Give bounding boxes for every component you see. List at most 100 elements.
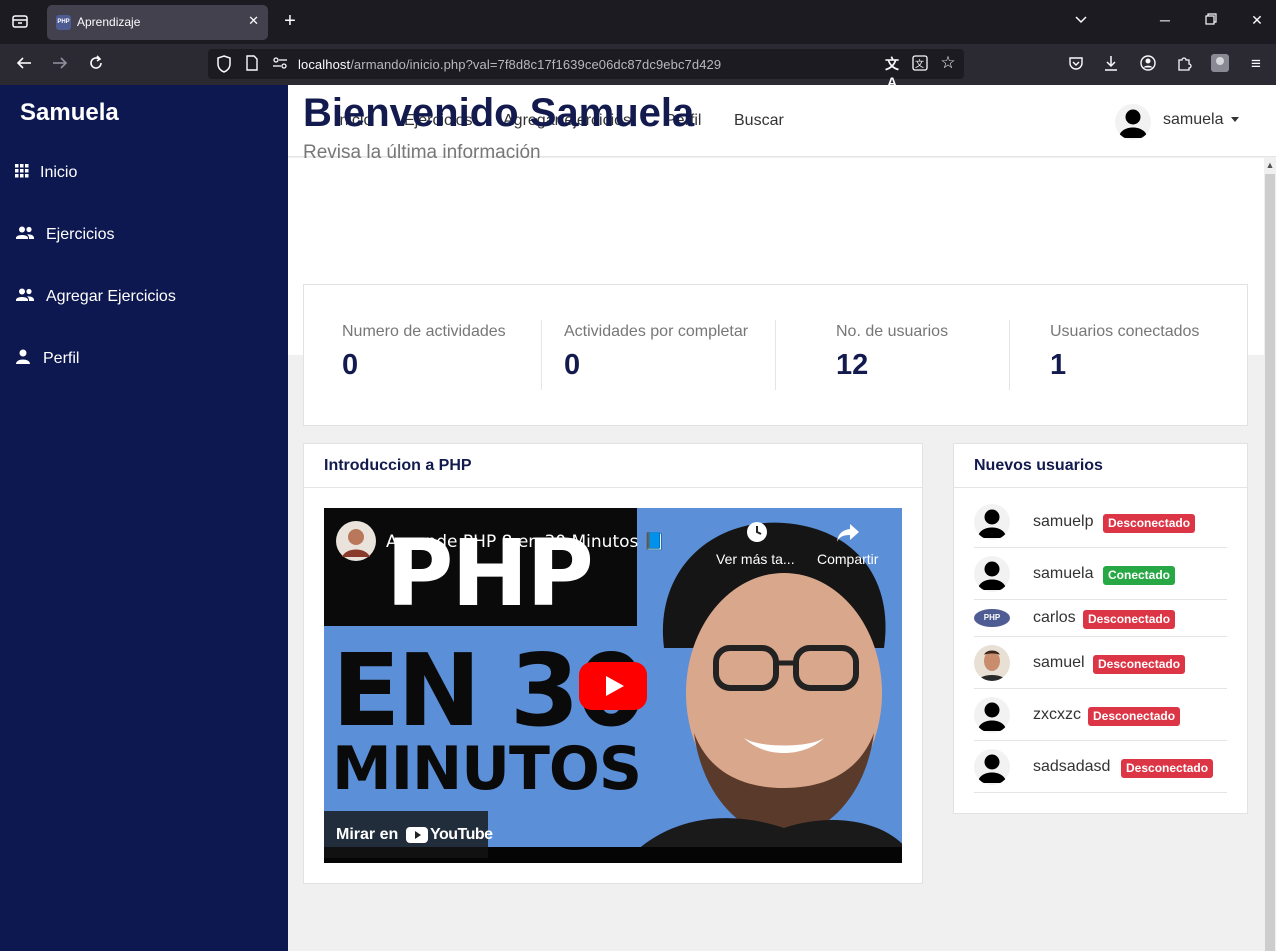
user-list-item[interactable]: samuelp Desconectado: [974, 504, 1227, 548]
sidebar-item-ejercicios[interactable]: Ejercicios: [0, 216, 288, 256]
share-label[interactable]: Compartir: [817, 551, 878, 567]
minimize-icon[interactable]: ─: [1155, 12, 1175, 28]
sidebar-item-agregar-ejercicios[interactable]: Agregar Ejercicios: [0, 278, 288, 318]
sidebar-item-inicio[interactable]: Inicio: [0, 154, 288, 194]
page-scrollbar[interactable]: ▲: [1264, 158, 1276, 951]
extension-avatar-icon[interactable]: [1210, 54, 1230, 77]
user-name: carlos: [1033, 609, 1076, 626]
watch-on-youtube-button[interactable]: Mirar en YouTube: [324, 811, 493, 858]
user-list-item[interactable]: samuela Conectado: [974, 548, 1227, 600]
downloads-icon[interactable]: [1101, 55, 1121, 76]
topnav-buscar-link[interactable]: Buscar: [734, 112, 784, 130]
user-name: samuelp: [1033, 513, 1094, 530]
users-icon: [15, 286, 34, 304]
chevron-down-icon[interactable]: [1231, 117, 1239, 122]
translate-page-icon[interactable]: 文: [910, 55, 930, 76]
user-name: samuel: [1033, 654, 1085, 671]
shield-icon[interactable]: [214, 55, 234, 78]
user-list-item[interactable]: samuel Desconectado: [974, 637, 1227, 689]
user-icon: [15, 348, 33, 366]
stat-label: Numero de actividades: [342, 323, 506, 340]
browser-nav-bar: localhost/armando/inicio.php?val=7f8d8c1…: [0, 44, 1276, 90]
user-list-item[interactable]: sadsadasd Desconectado: [974, 741, 1227, 793]
video-card: Introduccion a PHP PHP EN 30 MINUTOS Apr…: [303, 443, 923, 884]
extensions-icon[interactable]: [1174, 55, 1194, 76]
stats-panel: Numero de actividades 0 Actividades por …: [303, 284, 1248, 426]
forward-icon[interactable]: [50, 55, 70, 76]
sidebar-brand[interactable]: Samuela: [20, 99, 119, 127]
permissions-icon[interactable]: [270, 55, 290, 76]
sidebar: Samuela Inicio Ejercicios Agregar Ejerci…: [0, 85, 288, 951]
status-badge: Desconectado: [1121, 759, 1214, 778]
user-name: samuela: [1033, 565, 1094, 582]
video-card-header: Introduccion a PHP: [304, 444, 922, 488]
stat-label: Usuarios conectados: [1050, 323, 1200, 340]
video-title[interactable]: Aprende PHP 8 en 30 Minutos 📘: [386, 532, 665, 552]
user-list-item[interactable]: zxcxzc Desconectado: [974, 689, 1227, 741]
status-badge: Conectado: [1103, 566, 1176, 585]
new-users-title: Nuevos usuarios: [974, 457, 1103, 474]
browser-tab[interactable]: PHP Aprendizaje ✕: [47, 5, 268, 40]
user-name: sadsadasd: [1033, 758, 1111, 775]
status-badge: Desconectado: [1103, 514, 1196, 533]
page-subtitle: Revisa la última información: [303, 142, 541, 163]
user-avatar: [974, 556, 1010, 592]
users-icon: [15, 224, 34, 242]
new-users-card: Nuevos usuarios samuelp Desconectado sam…: [953, 443, 1248, 814]
url-text: localhost/armando/inicio.php?val=7f8d8c1…: [298, 57, 721, 72]
video-card-title: Introduccion a PHP: [324, 457, 472, 474]
scroll-up-arrow-icon[interactable]: ▲: [1264, 160, 1276, 170]
svg-text:文: 文: [915, 58, 924, 70]
sidebar-item-perfil[interactable]: Perfil: [0, 340, 288, 380]
tab-list-icon[interactable]: [8, 12, 32, 36]
stat-divider: [775, 320, 776, 390]
new-tab-icon[interactable]: +: [278, 11, 302, 31]
stat-value: 0: [342, 349, 359, 381]
youtube-logo-icon: [406, 827, 428, 843]
reload-icon[interactable]: [86, 55, 106, 76]
user-photo-avatar: [974, 645, 1010, 681]
grid-icon: [15, 162, 33, 180]
stat-value: 1: [1050, 349, 1067, 381]
stat-label: No. de usuarios: [836, 323, 949, 340]
user-avatar: [974, 749, 1010, 785]
share-icon[interactable]: [836, 523, 860, 543]
close-tab-icon[interactable]: ✕: [248, 13, 259, 29]
stat-divider: [541, 320, 542, 390]
back-icon[interactable]: [14, 55, 34, 76]
sidebar-item-label: Agregar Ejercicios: [46, 288, 176, 305]
tab-title: Aprendizaje: [77, 15, 141, 29]
page-title: Bienvenido Samuela: [303, 91, 695, 135]
scrollbar-thumb[interactable]: [1265, 174, 1275, 951]
list-all-tabs-icon[interactable]: [1071, 12, 1091, 29]
php-favicon-icon: PHP: [56, 15, 71, 30]
new-users-header: Nuevos usuarios: [954, 444, 1247, 488]
pocket-icon[interactable]: [1066, 55, 1086, 76]
watch-later-icon[interactable]: [746, 521, 768, 543]
url-host: localhost: [298, 57, 351, 72]
php-logo-avatar: PHP: [974, 609, 1010, 627]
menu-icon[interactable]: ≡: [1246, 55, 1266, 73]
status-badge: Desconectado: [1083, 610, 1176, 629]
user-menu-name[interactable]: samuela: [1163, 111, 1223, 129]
stat-label: Actividades por completar: [564, 323, 749, 340]
bookmark-star-icon[interactable]: ☆: [938, 54, 958, 72]
stat-value: 0: [564, 349, 581, 381]
account-icon[interactable]: [1138, 55, 1158, 76]
stat-value: 12: [836, 349, 869, 381]
channel-avatar-icon[interactable]: [336, 521, 376, 561]
thumb-text-minutos: MINUTOS: [332, 734, 642, 804]
youtube-logo-text: YouTube: [430, 826, 493, 843]
close-window-icon[interactable]: ✕: [1247, 12, 1267, 29]
youtube-video-embed[interactable]: PHP EN 30 MINUTOS Aprende PHP 8 en 30 Mi…: [324, 508, 902, 863]
stat-divider: [1009, 320, 1010, 390]
browser-tab-bar: PHP Aprendizaje ✕ + ─ ✕: [0, 0, 1276, 44]
play-button-icon[interactable]: [579, 662, 647, 710]
page-info-icon[interactable]: [242, 55, 262, 76]
user-avatar[interactable]: [1115, 104, 1151, 140]
status-badge: Desconectado: [1088, 707, 1181, 726]
user-list-item[interactable]: PHP carlos Desconectado: [974, 600, 1227, 637]
restore-icon[interactable]: [1201, 12, 1221, 28]
url-bar[interactable]: localhost/armando/inicio.php?val=7f8d8c1…: [208, 49, 964, 90]
watch-later-label[interactable]: Ver más ta...: [716, 551, 795, 567]
